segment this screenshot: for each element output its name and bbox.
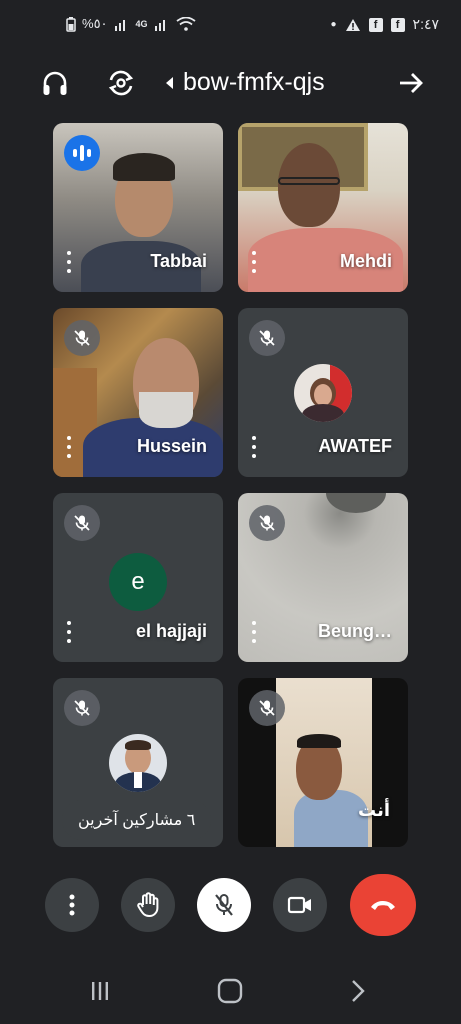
status-left: %٥٠ 4G: [66, 16, 196, 32]
network-type-label: 4G: [135, 19, 148, 29]
raise-hand-icon: [137, 892, 159, 917]
avatar: e: [109, 553, 167, 611]
more-options-icon[interactable]: [249, 433, 259, 461]
signal-icon-2: [154, 20, 165, 31]
home-icon[interactable]: [210, 976, 250, 1006]
more-options-icon[interactable]: [64, 433, 74, 461]
switch-camera-icon[interactable]: [104, 66, 138, 100]
mic-toggle-button[interactable]: [197, 878, 251, 932]
recent-apps-icon[interactable]: [80, 976, 120, 1006]
mic-off-icon: [64, 320, 100, 356]
participant-tile[interactable]: أنت: [238, 678, 408, 847]
meeting-code-button[interactable]: bow-fmfx-qjs: [166, 68, 325, 97]
participant-tile[interactable]: Hussein: [53, 308, 223, 477]
speaking-indicator-icon: [64, 135, 100, 171]
caret-left-icon: [166, 76, 173, 89]
dot-icon: ●: [330, 19, 337, 30]
participant-name: أنت: [358, 800, 390, 820]
facebook-icon: f: [368, 17, 383, 32]
mic-off-icon: [64, 505, 100, 541]
mic-off-icon: [249, 320, 285, 356]
status-right: ● f f ٢:٤٧: [331, 16, 440, 33]
self-video: [276, 678, 372, 847]
more-options-icon[interactable]: [64, 248, 74, 276]
wifi-icon: [175, 17, 196, 31]
participant-tile[interactable]: Beung…: [238, 493, 408, 662]
more-options-icon: [69, 894, 75, 916]
participant-tile[interactable]: Tabbai: [53, 123, 223, 292]
end-call-button[interactable]: [350, 874, 416, 936]
top-bar: bow-fmfx-qjs: [0, 56, 461, 110]
mic-off-icon: [215, 894, 233, 916]
warning-icon: [345, 18, 360, 31]
battery-icon: [66, 16, 76, 32]
participant-name: AWATEF: [318, 436, 392, 456]
participant-tile[interactable]: Mehdi: [238, 123, 408, 292]
participant-tile[interactable]: e el hajjaji: [53, 493, 223, 662]
headphones-icon[interactable]: [38, 66, 72, 100]
participant-name: Hussein: [136, 436, 207, 456]
avatar: [294, 364, 352, 422]
other-participants-button[interactable]: ٦ مشاركين آخرين: [62, 800, 212, 840]
mic-off-icon: [249, 690, 285, 726]
participant-name: Mehdi: [340, 251, 392, 271]
end-call-icon: [371, 901, 395, 910]
more-options-icon[interactable]: [249, 248, 259, 276]
more-options-icon[interactable]: [64, 618, 74, 646]
camera-icon: [287, 896, 311, 914]
arrow-right-icon[interactable]: [394, 66, 428, 100]
avatar: [109, 734, 167, 792]
status-bar: %٥٠ 4G ● f f ٢:٤٧: [0, 0, 461, 50]
back-icon[interactable]: [338, 976, 378, 1006]
more-options-icon[interactable]: [249, 618, 259, 646]
participant-name: Beung…: [318, 621, 392, 641]
facebook-icon-2: f: [390, 17, 405, 32]
call-controls: [0, 874, 461, 938]
meeting-code: bow-fmfx-qjs: [183, 68, 325, 96]
participant-video: [326, 493, 386, 513]
signal-icon: [114, 20, 125, 31]
participant-name: el hajjaji: [135, 621, 207, 641]
clock: ٢:٤٧: [412, 16, 439, 32]
mic-off-icon: [64, 690, 100, 726]
more-options-button[interactable]: [45, 878, 99, 932]
battery-percent: %٥٠: [82, 16, 108, 31]
system-nav-bar: [0, 964, 461, 1024]
mic-off-icon: [249, 505, 285, 541]
participant-name: Tabbai: [150, 251, 207, 271]
camera-toggle-button[interactable]: [273, 878, 327, 932]
participant-tile[interactable]: AWATEF: [238, 308, 408, 477]
raise-hand-button[interactable]: [121, 878, 175, 932]
